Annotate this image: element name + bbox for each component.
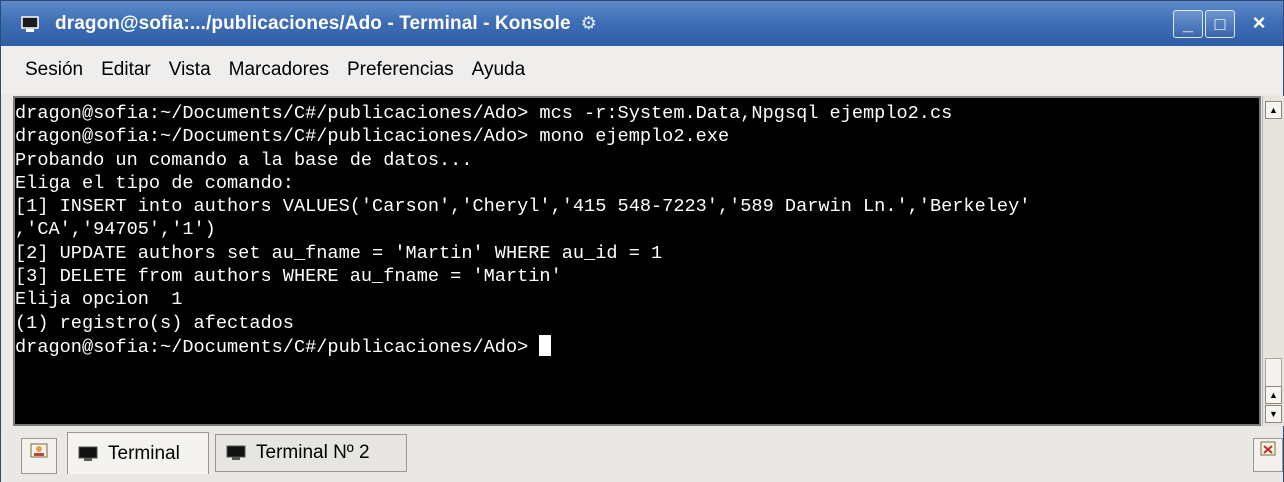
session-tab-bar: Terminal Terminal Nº 2 [1, 428, 1283, 482]
close-button[interactable]: × [1244, 10, 1274, 38]
terminal-prompt-line: dragon@sofia:~/Documents/C#/publicacione… [15, 334, 1030, 358]
scrollbar-thumb[interactable] [1265, 358, 1282, 388]
maximize-button[interactable]: □ [1205, 10, 1235, 38]
konsole-window: dragon@sofia:.../publicaciones/Ado - Ter… [0, 0, 1284, 482]
terminal-line: dragon@sofia:~/Documents/C#/publicacione… [15, 103, 953, 124]
tab-label: Terminal Nº 2 [256, 442, 370, 463]
terminal-view[interactable]: dragon@sofia:~/Documents/C#/publicacione… [13, 96, 1261, 426]
menu-preferencias[interactable]: Preferencias [343, 59, 458, 81]
title-bar[interactable]: dragon@sofia:.../publicaciones/Ado - Ter… [1, 1, 1283, 46]
scroll-up-icon[interactable]: ▲ [1265, 101, 1282, 119]
menu-ayuda[interactable]: Ayuda [468, 59, 530, 81]
terminal-line: dragon@sofia:~/Documents/C#/publicacione… [15, 126, 730, 148]
close-session-icon[interactable] [1253, 438, 1283, 472]
tab-terminal[interactable]: Terminal [67, 432, 209, 474]
terminal-line: ,'CA','94705','1') [15, 219, 216, 241]
terminal-line: Elija opcion 1 [15, 289, 183, 311]
new-session-icon[interactable] [21, 438, 57, 474]
terminal-prompt: dragon@sofia:~/Documents/C#/publicacione… [15, 336, 540, 358]
minimize-button[interactable]: _ [1173, 10, 1203, 38]
terminal-cursor [539, 334, 552, 356]
tab-terminal-2[interactable]: Terminal Nº 2 [215, 434, 407, 472]
terminal-line: (1) registro(s) afectados [15, 312, 294, 334]
terminal-line: [1] INSERT into authors VALUES('Carson',… [15, 196, 1031, 218]
terminal-tab-icon [78, 446, 98, 462]
terminal-tab-icon [226, 445, 246, 461]
konsole-terminal-icon[interactable] [21, 15, 39, 33]
menu-sesion[interactable]: Sesión [21, 59, 87, 81]
terminal-output: dragon@sofia:~/Documents/C#/publicacione… [15, 102, 1030, 358]
menu-bar: Sesión Editar Vista Marcadores Preferenc… [1, 46, 1283, 94]
terminal-line: Eliga el tipo de comando: [15, 172, 294, 194]
terminal-line: [2] UPDATE authors set au_fname = 'Marti… [15, 242, 663, 264]
window-title: dragon@sofia:.../publicaciones/Ado - Ter… [55, 12, 571, 34]
vertical-scrollbar[interactable]: ▲ ▲ ▼ [1262, 96, 1284, 426]
menu-marcadores[interactable]: Marcadores [225, 59, 333, 81]
tab-label: Terminal [108, 442, 180, 464]
menu-vista[interactable]: Vista [165, 59, 215, 81]
scroll-down-icon[interactable]: ▼ [1265, 405, 1282, 423]
terminal-line: Probando un comando a la base de datos..… [15, 149, 473, 171]
menu-editar[interactable]: Editar [97, 59, 155, 81]
scroll-up-icon[interactable]: ▲ [1265, 386, 1282, 404]
gear-icon: ⚙ [580, 13, 597, 33]
terminal-line: [3] DELETE from authors WHERE au_fname =… [15, 266, 562, 288]
